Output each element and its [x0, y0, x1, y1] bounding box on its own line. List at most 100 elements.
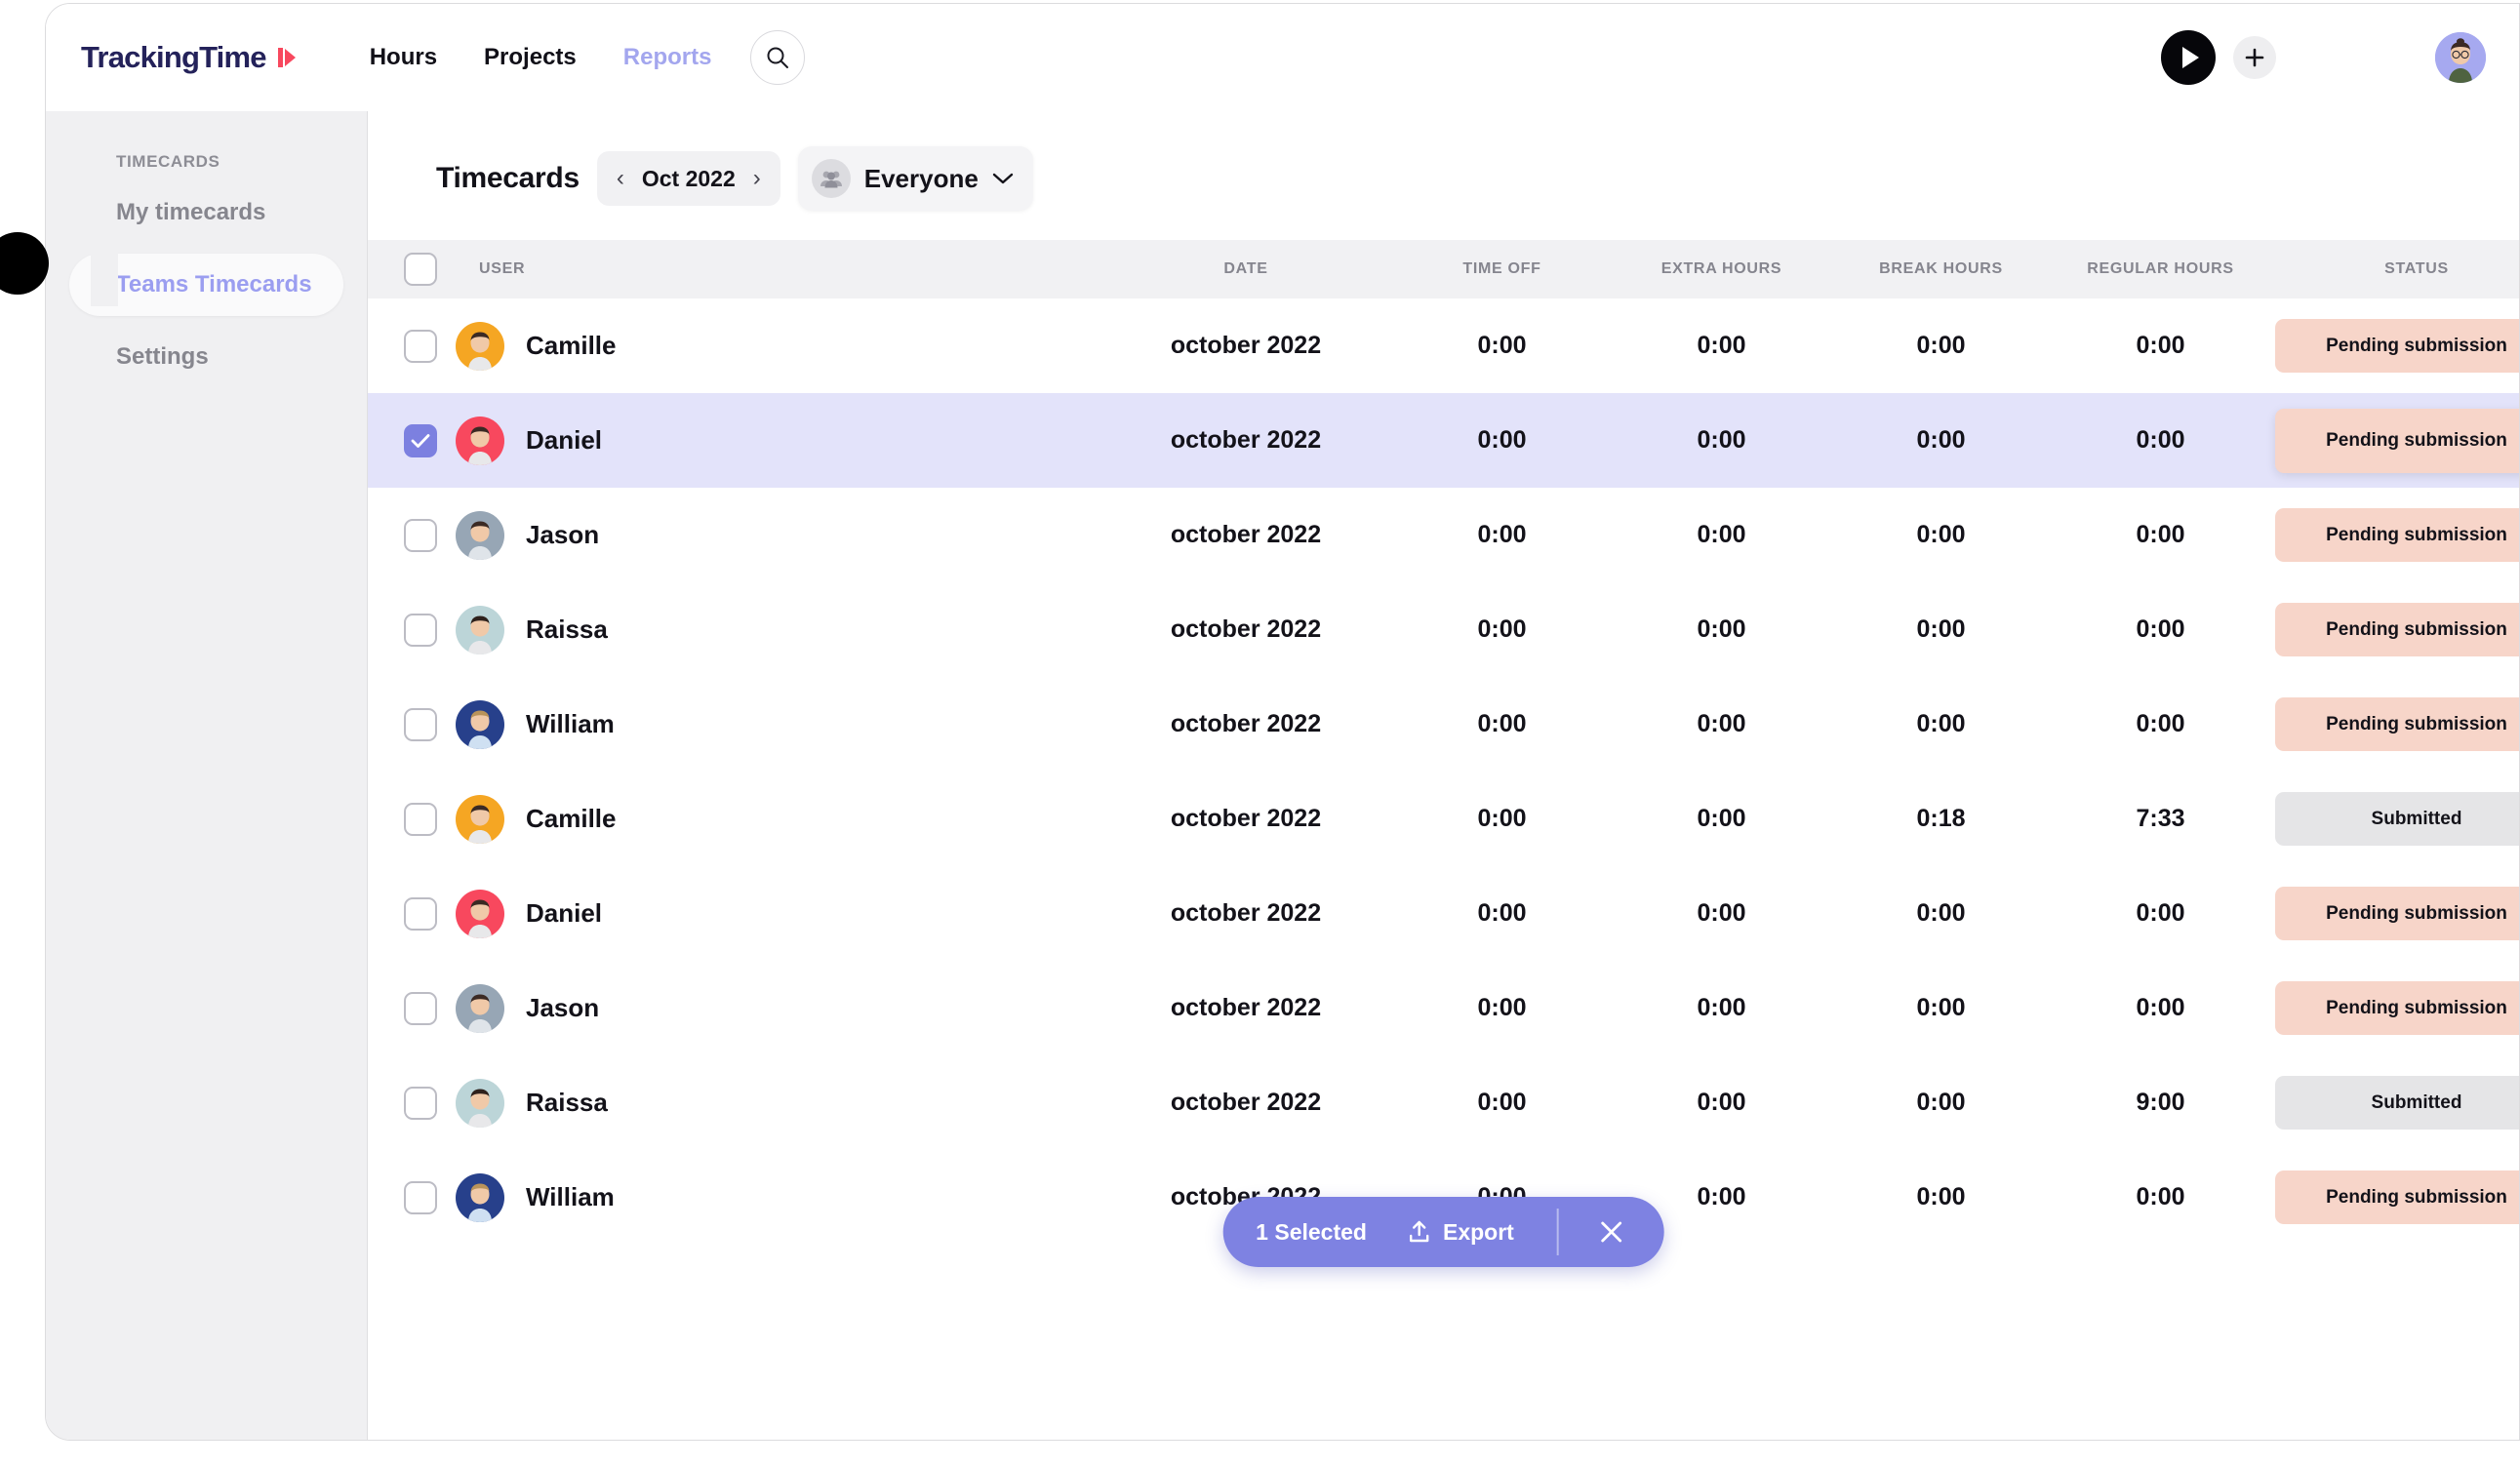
nav-item-hours[interactable]: Hours — [370, 44, 437, 71]
date-cell: october 2022 — [1170, 1089, 1322, 1116]
row-select-checkbox[interactable] — [404, 896, 437, 931]
row-select-checkbox[interactable] — [404, 613, 437, 647]
row-select-cell — [385, 329, 456, 363]
status-badge[interactable]: Pending submission — [2275, 408, 2519, 473]
extra-hours-cell: 0:00 — [1697, 994, 1746, 1021]
time-off-cell: 0:00 — [1477, 710, 1527, 737]
sidebar-item-label: My timecards — [116, 199, 266, 225]
sidebar-item-settings[interactable]: Settings — [69, 326, 343, 388]
status-badge[interactable]: Pending submission — [2275, 887, 2519, 940]
status-cell: Pending submission — [2270, 508, 2519, 562]
table-row[interactable]: Jason october 2022 0:00 0:00 0:00 0:00 P… — [368, 488, 2519, 582]
date-cell: october 2022 — [1170, 615, 1322, 643]
table-row[interactable]: Camille october 2022 0:00 0:00 0:18 7:33… — [368, 772, 2519, 866]
break-hours-cell: 0:00 — [1916, 710, 1966, 737]
selection-action-bar: 1 Selected Export — [1222, 1197, 1664, 1267]
status-badge[interactable]: Pending submission — [2275, 319, 2519, 373]
select-all-checkbox[interactable] — [404, 253, 437, 286]
break-hours-cell: 0:18 — [1916, 805, 1966, 832]
column-header-break-hours: BREAK HOURS — [1879, 260, 2003, 277]
user-avatar[interactable] — [2435, 32, 2486, 83]
extra-hours-cell: 0:00 — [1697, 426, 1746, 454]
sidebar-collapse-handle[interactable] — [0, 232, 49, 295]
extra-hours-cell: 0:00 — [1697, 899, 1746, 927]
sidebar-item-teams-timecards[interactable]: Teams Timecards — [69, 254, 343, 316]
row-select-cell — [385, 802, 456, 836]
user-cell: Jason — [456, 983, 1100, 1033]
table-row[interactable]: Jason october 2022 0:00 0:00 0:00 0:00 P… — [368, 961, 2519, 1055]
break-hours-cell: 0:00 — [1916, 615, 1966, 643]
table-row[interactable]: Raissa october 2022 0:00 0:00 0:00 9:00 … — [368, 1055, 2519, 1150]
row-select-checkbox[interactable] — [404, 329, 437, 363]
time-off-cell: 0:00 — [1477, 1089, 1527, 1116]
chevron-down-icon — [992, 172, 1014, 185]
date-navigator[interactable]: ‹ Oct 2022 › — [596, 151, 780, 206]
status-badge[interactable]: Submitted — [2275, 1076, 2519, 1130]
extra-hours-cell: 0:00 — [1697, 521, 1746, 548]
row-select-cell — [385, 518, 456, 552]
status-badge[interactable]: Pending submission — [2275, 508, 2519, 562]
time-off-cell: 0:00 — [1477, 805, 1527, 832]
nav-item-projects[interactable]: Projects — [484, 44, 577, 71]
row-select-checkbox[interactable] — [404, 991, 437, 1025]
chevron-right-icon[interactable]: › — [747, 167, 767, 190]
sidebar-item-my-timecards[interactable]: My timecards — [69, 181, 343, 244]
play-icon — [2182, 47, 2199, 68]
status-cell: Submitted — [2270, 792, 2519, 846]
team-filter-dropdown[interactable]: Everyone — [797, 146, 1033, 211]
user-cell: Camille — [456, 794, 1100, 844]
sidebar-item-label: Teams Timecards — [116, 271, 312, 298]
column-header-user: USER — [479, 260, 526, 277]
user-cell: William — [456, 699, 1100, 749]
table-row[interactable]: Camille october 2022 0:00 0:00 0:00 0:00… — [368, 298, 2519, 393]
table-row[interactable]: William october 2022 0:00 0:00 0:00 0:00… — [368, 677, 2519, 772]
break-hours-cell: 0:00 — [1916, 332, 1966, 359]
table-header-row: USER DATE TIME OFF EXTRA HOURS BREAK HOU… — [368, 240, 2519, 298]
date-cell: october 2022 — [1170, 521, 1322, 548]
break-hours-cell: 0:00 — [1916, 426, 1966, 454]
nav-item-reports[interactable]: Reports — [623, 44, 712, 71]
status-badge[interactable]: Pending submission — [2275, 1170, 2519, 1224]
start-timer-button[interactable] — [2161, 30, 2216, 85]
avatar — [456, 1078, 504, 1128]
break-hours-cell: 0:00 — [1916, 1089, 1966, 1116]
export-button[interactable]: Export — [1408, 1219, 1514, 1246]
user-cell: Daniel — [456, 416, 1100, 465]
table-row[interactable]: Raissa october 2022 0:00 0:00 0:00 0:00 … — [368, 582, 2519, 677]
table-row[interactable]: Daniel october 2022 0:00 0:00 0:00 0:00 … — [368, 393, 2519, 488]
break-hours-cell: 0:00 — [1916, 994, 1966, 1021]
add-button[interactable] — [2233, 36, 2276, 79]
row-select-checkbox[interactable] — [404, 1180, 437, 1214]
user-name: Jason — [526, 993, 600, 1022]
row-select-checkbox[interactable] — [404, 423, 437, 457]
status-cell: Pending submission — [2270, 697, 2519, 751]
column-header-date: DATE — [1223, 260, 1268, 277]
user-cell: William — [456, 1172, 1100, 1222]
chevron-left-icon[interactable]: ‹ — [611, 167, 630, 190]
extra-hours-cell: 0:00 — [1697, 615, 1746, 643]
page-toolbar: Timecards ‹ Oct 2022 › Everyone — [368, 111, 2519, 211]
row-select-checkbox[interactable] — [404, 518, 437, 552]
user-name: Raissa — [526, 1088, 608, 1117]
close-selection-button[interactable] — [1592, 1212, 1631, 1251]
row-select-cell — [385, 1086, 456, 1120]
search-button[interactable] — [750, 30, 806, 85]
app-logo[interactable]: TrackingTime — [81, 40, 300, 75]
status-badge[interactable]: Submitted — [2275, 792, 2519, 846]
table-row[interactable]: Daniel october 2022 0:00 0:00 0:00 0:00 … — [368, 866, 2519, 961]
date-cell: october 2022 — [1170, 710, 1322, 737]
time-off-cell: 0:00 — [1477, 899, 1527, 927]
user-name: Daniel — [526, 425, 603, 455]
regular-hours-cell: 0:00 — [2136, 1183, 2185, 1210]
close-icon — [1597, 1217, 1626, 1247]
row-select-cell — [385, 613, 456, 647]
status-badge[interactable]: Pending submission — [2275, 981, 2519, 1035]
row-select-checkbox[interactable] — [404, 1086, 437, 1120]
row-select-checkbox[interactable] — [404, 707, 437, 741]
column-header-regular-hours: REGULAR HOURS — [2087, 260, 2234, 277]
status-badge[interactable]: Pending submission — [2275, 603, 2519, 656]
row-select-cell — [385, 423, 456, 457]
row-select-checkbox[interactable] — [404, 802, 437, 836]
status-badge[interactable]: Pending submission — [2275, 697, 2519, 751]
page-title: Timecards — [436, 162, 580, 194]
